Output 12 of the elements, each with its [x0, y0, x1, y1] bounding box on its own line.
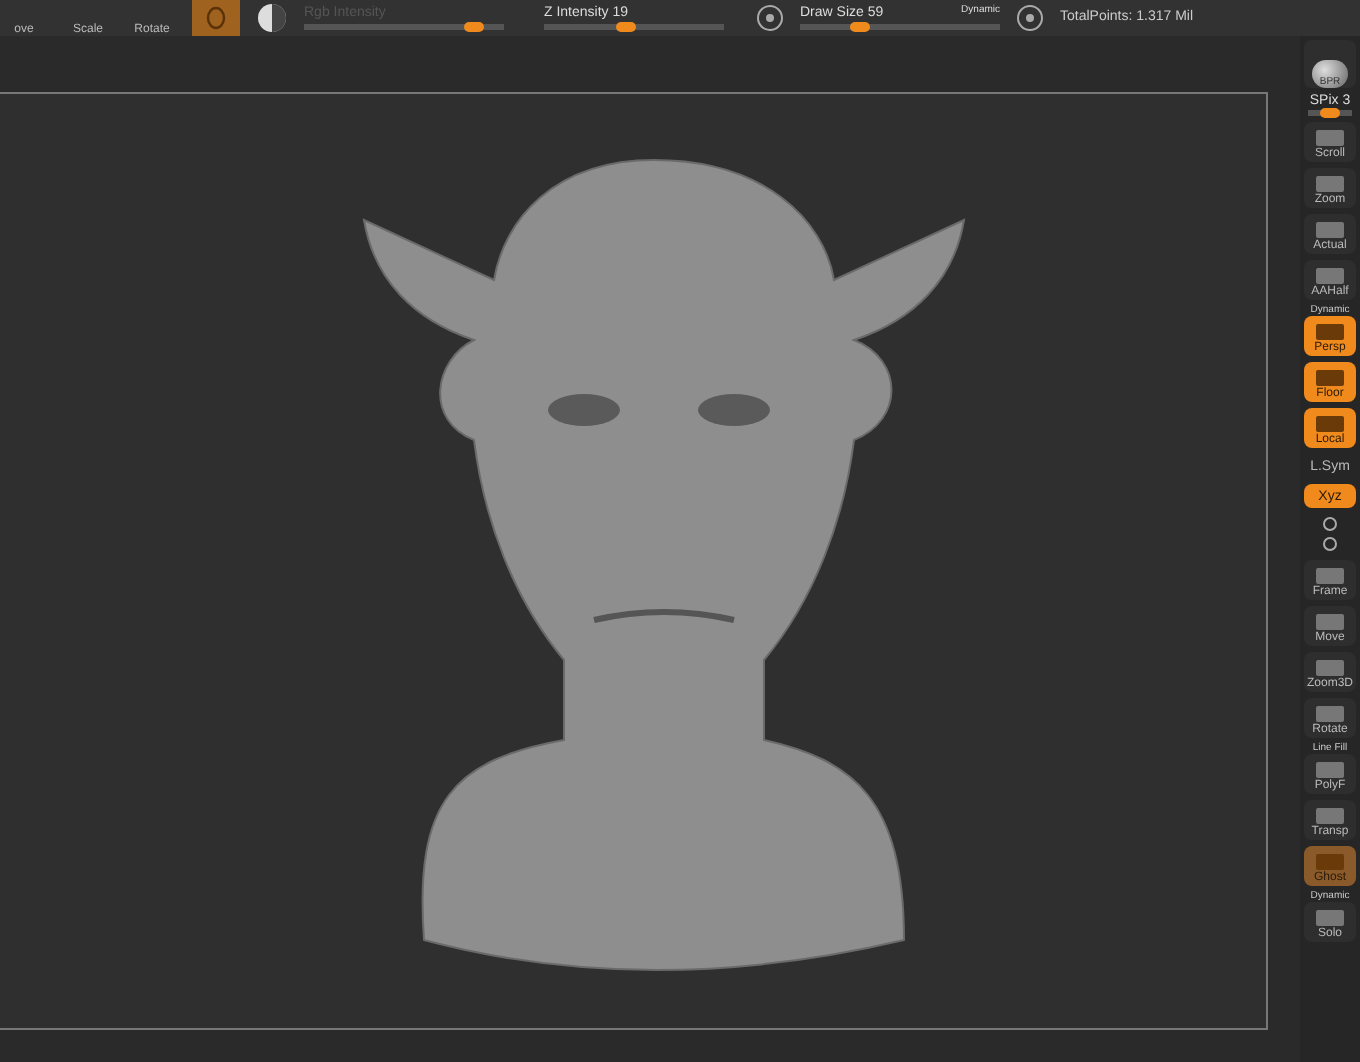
slider-track[interactable] [304, 24, 504, 30]
brush-s-icon[interactable] [756, 4, 784, 32]
sphere-icon[interactable] [256, 2, 288, 34]
slider-thumb[interactable] [850, 22, 870, 32]
slider-track[interactable] [544, 24, 724, 30]
brush-d-icon[interactable] [1016, 4, 1044, 32]
slider-thumb[interactable] [615, 22, 635, 32]
viewport[interactable] [0, 92, 1268, 1030]
slider-thumb[interactable] [1320, 108, 1340, 118]
head-icon [204, 6, 228, 30]
slider-track[interactable] [800, 24, 1000, 30]
slider-track[interactable] [1308, 110, 1352, 116]
